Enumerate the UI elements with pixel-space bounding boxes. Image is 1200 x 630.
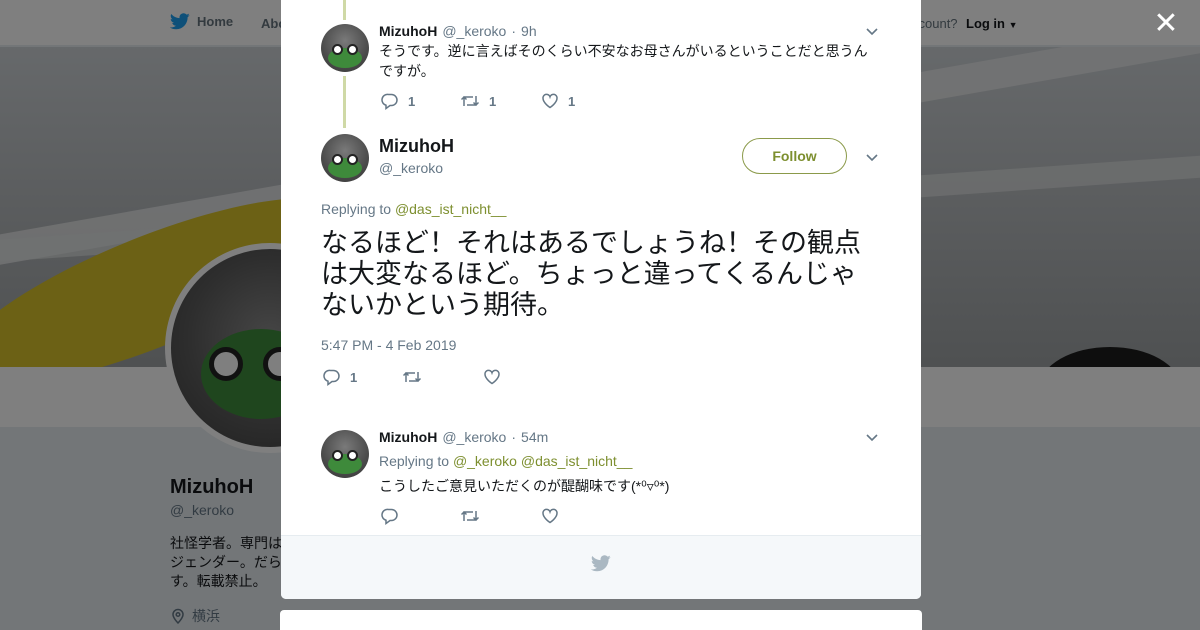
like-button[interactable] xyxy=(541,507,559,525)
like-count: 1 xyxy=(568,93,576,109)
tweet-header: MizuhoH @_keroko · 54m xyxy=(379,429,548,445)
like-icon xyxy=(542,93,558,109)
separator-dot: · xyxy=(511,429,517,445)
tweet-actions: 1 1 1 xyxy=(381,92,575,110)
chevron-down-icon[interactable] xyxy=(863,148,881,166)
retweet-icon xyxy=(460,510,480,522)
thread-line xyxy=(343,76,346,128)
separator-dot: · xyxy=(511,23,517,39)
thread-line xyxy=(343,0,346,20)
tweet-actions xyxy=(381,507,559,525)
reply-button[interactable]: 1 xyxy=(323,368,402,386)
avatar-eye-shape xyxy=(332,450,343,461)
like-button[interactable]: 1 xyxy=(541,92,575,110)
avatar[interactable] xyxy=(321,24,369,72)
tweet-author-name[interactable]: MizuhoH xyxy=(379,429,437,445)
avatar-eye-shape xyxy=(347,450,358,461)
replying-to: Replying to @das_ist_nicht__ xyxy=(321,201,506,217)
retweet-count: 1 xyxy=(489,93,497,109)
tweet-author-name[interactable]: MizuhoH xyxy=(379,23,437,39)
tweet-author-handle[interactable]: @_keroko xyxy=(442,23,506,39)
tweet-time[interactable]: 54m xyxy=(521,429,548,445)
chevron-down-icon[interactable] xyxy=(863,22,881,40)
main-tweet-text: なるほど！それはあるでしょうね！その観点は大変なるほど。ちょっと違ってくるんじゃ… xyxy=(321,228,861,320)
chevron-down-icon[interactable] xyxy=(863,428,881,446)
avatar-eye-shape xyxy=(347,154,358,165)
tweet-author-name[interactable]: MizuhoH xyxy=(379,136,454,157)
avatar-eye-shape xyxy=(347,44,358,55)
modal-footer xyxy=(281,535,921,599)
like-button[interactable] xyxy=(483,368,501,386)
reply-count: 1 xyxy=(350,369,358,385)
tweet-header: MizuhoH @_keroko · 9h xyxy=(379,23,537,39)
mention-link[interactable]: @das_ist_nicht__ xyxy=(521,453,633,469)
reply-count: 1 xyxy=(408,93,416,109)
close-icon[interactable]: ✕ xyxy=(1150,8,1182,40)
mention-link[interactable]: @das_ist_nicht__ xyxy=(395,201,507,217)
retweet-icon xyxy=(402,371,422,383)
next-tweet-card xyxy=(280,610,922,630)
replying-to: Replying to @_keroko @das_ist_nicht__ xyxy=(379,453,632,469)
avatar[interactable] xyxy=(321,134,369,182)
avatar-eye-shape xyxy=(332,44,343,55)
tweet-time[interactable]: 9h xyxy=(521,23,537,39)
tweet-text: こうしたご意見いただくのが醍醐味です(*⁰▿⁰*) xyxy=(379,478,670,494)
avatar-eye-shape xyxy=(332,154,343,165)
reply-icon xyxy=(381,93,398,110)
like-icon xyxy=(484,369,500,385)
tweet-author-handle[interactable]: @_keroko xyxy=(442,429,506,445)
mention-link[interactable]: @_keroko xyxy=(453,453,517,469)
reply-button[interactable]: 1 xyxy=(381,92,460,110)
tweet-text: そうです。逆に言えばそのくらい不安なお母さんがいるということだと思うんですが。 xyxy=(379,43,868,79)
reply-icon xyxy=(323,369,340,386)
tweet-modal: MizuhoH @_keroko · 9h そうです。逆に言えばそのくらい不安な… xyxy=(281,0,921,599)
reply-button[interactable] xyxy=(381,507,460,525)
twitter-bird-icon xyxy=(591,555,611,572)
retweet-icon xyxy=(460,95,480,107)
tweet-actions: 1 xyxy=(323,368,501,386)
reply-icon xyxy=(381,508,398,525)
replying-to-label: Replying to xyxy=(379,453,450,469)
like-icon xyxy=(542,508,558,524)
retweet-button[interactable] xyxy=(402,368,483,386)
tweet-timestamp[interactable]: 5:47 PM - 4 Feb 2019 xyxy=(321,337,456,353)
avatar[interactable] xyxy=(321,430,369,478)
retweet-button[interactable]: 1 xyxy=(460,92,541,110)
follow-button[interactable]: Follow xyxy=(742,138,847,174)
replying-to-label: Replying to xyxy=(321,201,392,217)
tweet-author-handle[interactable]: @_keroko xyxy=(379,160,443,176)
retweet-button[interactable] xyxy=(460,507,541,525)
